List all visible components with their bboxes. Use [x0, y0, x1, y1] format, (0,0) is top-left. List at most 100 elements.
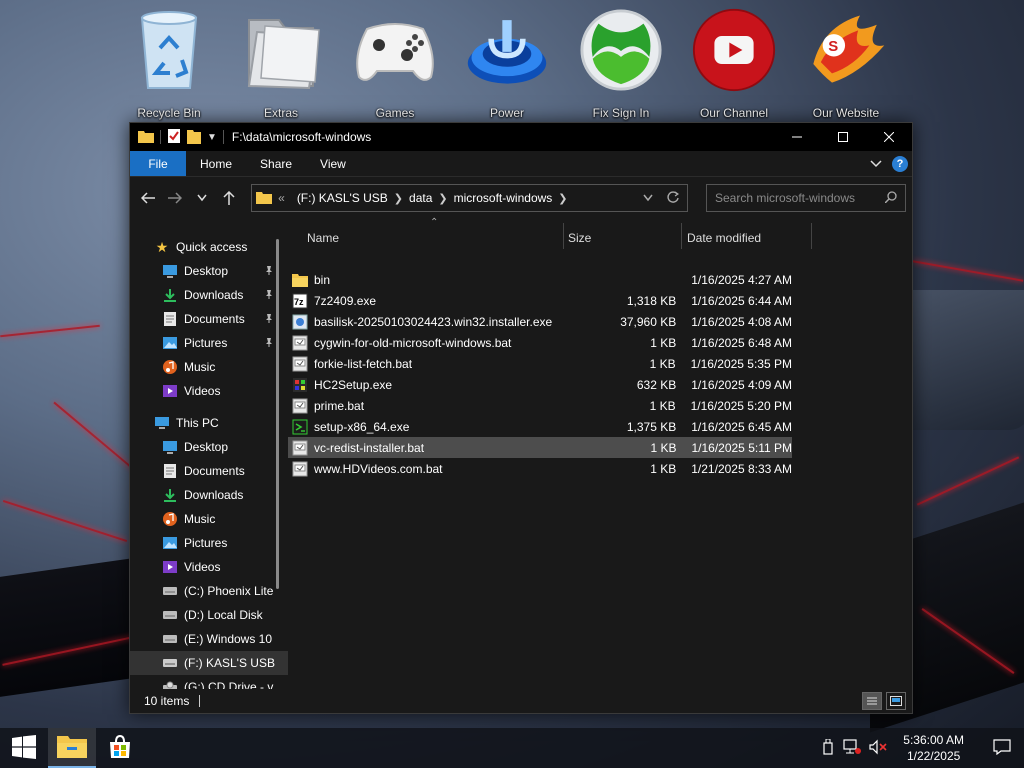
breadcrumb-data[interactable]: data: [409, 191, 432, 205]
svg-text:S: S: [828, 38, 838, 55]
file-date-modified: 1/21/2025 8:33 AM: [691, 461, 792, 476]
desktop-icon-games[interactable]: Games: [345, 6, 445, 122]
forward-button[interactable]: [163, 186, 186, 210]
taskbar: 5:36:00 AM 1/22/2025: [0, 728, 1024, 768]
nav-item-music[interactable]: Music: [130, 355, 288, 379]
chevron-right-icon[interactable]: ❯: [394, 192, 403, 205]
videos-icon: [162, 559, 178, 575]
desktop-icon-recycle-bin[interactable]: Recycle Bin: [119, 6, 219, 122]
search-icon[interactable]: [884, 190, 897, 206]
minimize-button[interactable]: [774, 123, 820, 151]
tab-file[interactable]: File: [130, 151, 186, 176]
column-date-modified[interactable]: Date modified: [687, 231, 761, 245]
nav-label: Pictures: [184, 536, 228, 550]
large-icons-view-button[interactable]: [886, 692, 906, 710]
refresh-icon[interactable]: [667, 190, 680, 206]
nav-label: Pictures: [184, 336, 228, 350]
nav-item-pictures[interactable]: Pictures: [130, 531, 288, 555]
notifications-button[interactable]: [980, 728, 1024, 768]
column-divider[interactable]: [563, 223, 564, 249]
nav-item-desktop[interactable]: Desktop: [130, 259, 288, 283]
chevron-right-icon[interactable]: ❯: [558, 192, 567, 205]
breadcrumb-drive[interactable]: (F:) KASL'S USB: [297, 191, 388, 205]
network-icon[interactable]: [843, 738, 862, 758]
nav-scrollbar[interactable]: [276, 239, 279, 589]
expand-ribbon-icon[interactable]: [870, 157, 882, 171]
nav-this-pc[interactable]: This PC: [130, 411, 288, 435]
clock[interactable]: 5:36:00 AM 1/22/2025: [895, 732, 972, 764]
address-overflow[interactable]: «: [278, 191, 285, 205]
column-size[interactable]: Size: [568, 231, 591, 245]
nav-item-e-windows-10[interactable]: (E:) Windows 10: [130, 627, 288, 651]
nav-item-documents[interactable]: Documents: [130, 459, 288, 483]
taskbar-store[interactable]: [96, 728, 144, 768]
search-input[interactable]: [714, 191, 885, 205]
back-button[interactable]: [136, 186, 159, 210]
file-row[interactable]: basilisk-20250103024423.win32.installer.…: [288, 311, 792, 332]
folder-icon: [138, 129, 154, 146]
file-size: 632 KB: [636, 377, 677, 392]
file-row[interactable]: www.HDVideos.com.bat 1 KB 1/21/2025 8:33 A…: [288, 458, 792, 479]
title-bar[interactable]: ▼ F:\data\microsoft-windows: [130, 123, 912, 151]
close-button[interactable]: [866, 123, 912, 151]
nav-item-desktop[interactable]: Desktop: [130, 435, 288, 459]
breadcrumb-microsoft-windows[interactable]: microsoft-windows: [454, 191, 553, 205]
desktop-icon-label: Our Website: [812, 106, 880, 120]
address-bar[interactable]: « (F:) KASL'S USB ❯ data ❯ microsoft-win…: [251, 184, 688, 212]
column-divider[interactable]: [681, 223, 682, 249]
file-row[interactable]: forkie-list-fetch.bat 1 KB 1/16/2025 5:35 …: [288, 353, 792, 374]
nav-item-videos[interactable]: Videos: [130, 379, 288, 403]
desktop-icon-power[interactable]: Power: [457, 6, 557, 122]
nav-item-f-kasl-s-usb[interactable]: (F:) KASL'S USB: [130, 651, 288, 675]
desktop-icon-label: Games: [375, 106, 415, 120]
new-folder-icon[interactable]: [187, 128, 201, 147]
file-size: 1 KB: [650, 335, 677, 350]
address-dropdown-icon[interactable]: [643, 191, 653, 205]
volume-muted-icon[interactable]: [869, 739, 887, 758]
desktop-icon-our-channel[interactable]: Our Channel: [684, 6, 784, 122]
file-row[interactable]: HC2Setup.exe 632 KB 1/16/2025 4:09 AM: [288, 374, 792, 395]
start-button[interactable]: [0, 728, 48, 768]
chevron-right-icon[interactable]: ❯: [438, 192, 447, 205]
nav-item-g-cd-drive-v[interactable]: (G:) CD Drive - v: [130, 675, 288, 689]
file-row[interactable]: setup-x86_64.exe 1,375 KB 1/16/2025 6:45 A…: [288, 416, 792, 437]
taskbar-file-explorer[interactable]: [48, 728, 96, 768]
column-name[interactable]: Name: [307, 231, 339, 245]
pin-icon: [264, 289, 274, 302]
nav-label: (D:) Local Disk: [184, 608, 263, 622]
nav-label: (G:) CD Drive - v: [184, 680, 274, 689]
tab-view[interactable]: View: [306, 151, 360, 176]
maximize-button[interactable]: [820, 123, 866, 151]
nav-item-downloads[interactable]: Downloads: [130, 283, 288, 307]
tab-share[interactable]: Share: [246, 151, 306, 176]
help-icon[interactable]: ?: [892, 155, 908, 172]
customize-toolbar-icon[interactable]: ▼: [207, 132, 217, 143]
documents-icon: [162, 311, 178, 327]
desktop-icon-our-website[interactable]: S Our Website: [796, 6, 896, 122]
search-box[interactable]: [705, 184, 906, 212]
file-row[interactable]: cygwin-for-old-microsoft-windows.bat 1 KB…: [288, 332, 792, 353]
nav-item-music[interactable]: Music: [130, 507, 288, 531]
navigation-pane: ★ Quick access Desktop Downloads Documents…: [130, 219, 288, 689]
file-row[interactable]: prime.bat 1 KB 1/16/2025 5:20 PM: [288, 395, 792, 416]
recent-locations-button[interactable]: [191, 186, 214, 210]
nav-item-pictures[interactable]: Pictures: [130, 331, 288, 355]
desktop-icon-extras[interactable]: Extras: [231, 6, 331, 122]
file-row[interactable]: bin 1/16/2025 4:27 AM: [288, 269, 792, 290]
column-divider[interactable]: [811, 223, 812, 249]
up-button[interactable]: [218, 186, 241, 210]
usb-eject-icon[interactable]: [821, 738, 835, 758]
nav-item-videos[interactable]: Videos: [130, 555, 288, 579]
file-row[interactable]: 7z 7z2409.exe 1,318 KB 1/16/2025 6:44 AM: [288, 290, 792, 311]
desktop-icon-fix-sign-in[interactable]: Fix Sign In: [571, 6, 671, 122]
nav-item-downloads[interactable]: Downloads: [130, 483, 288, 507]
file-explorer-icon: [57, 734, 87, 761]
details-view-button[interactable]: [862, 692, 882, 710]
file-row[interactable]: vc-redist-installer.bat 1 KB 1/16/2025 5:1…: [288, 437, 792, 458]
nav-quick-access[interactable]: ★ Quick access: [130, 235, 288, 259]
tab-home[interactable]: Home: [186, 151, 246, 176]
nav-item-documents[interactable]: Documents: [130, 307, 288, 331]
nav-item-c-phoenix-lite[interactable]: (C:) Phoenix Lite: [130, 579, 288, 603]
properties-icon[interactable]: [167, 128, 181, 147]
nav-item-d-local-disk[interactable]: (D:) Local Disk: [130, 603, 288, 627]
